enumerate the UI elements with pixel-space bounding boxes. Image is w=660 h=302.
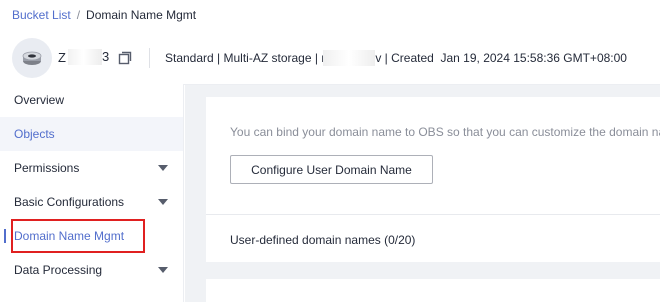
sidebar-item-label: Objects bbox=[14, 127, 55, 141]
sidebar-item-domain-name-mgmt[interactable]: Domain Name Mgmt bbox=[0, 219, 183, 253]
chevron-down-icon bbox=[158, 165, 168, 171]
created-label: Created bbox=[391, 51, 434, 65]
sidebar-item-overview[interactable]: Overview bbox=[0, 83, 183, 117]
domain-list-title: User-defined domain names (0/20) bbox=[230, 233, 416, 247]
bucket-name-redacted bbox=[68, 49, 102, 65]
header-divider bbox=[149, 48, 150, 68]
bucket-name-end: 3 bbox=[102, 49, 110, 64]
bucket-header: Z 3 Standard | Multi-AZ storage | r v | … bbox=[0, 36, 660, 80]
redundancy: Multi-AZ storage bbox=[223, 51, 312, 65]
bucket-name-start: Z bbox=[58, 49, 66, 65]
configure-domain-button[interactable]: Configure User Domain Name bbox=[230, 155, 433, 184]
breadcrumb-current: Domain Name Mgmt bbox=[86, 8, 197, 22]
sidebar-item-objects[interactable]: Objects bbox=[0, 117, 183, 151]
active-indicator bbox=[4, 229, 6, 243]
chevron-down-icon bbox=[158, 267, 168, 273]
bucket-icon bbox=[12, 38, 52, 78]
meta-separator: | bbox=[311, 51, 322, 65]
chevron-down-icon bbox=[158, 199, 168, 205]
copy-icon[interactable] bbox=[118, 51, 132, 65]
sidebar-item-label: Permissions bbox=[14, 161, 80, 175]
breadcrumb: Bucket List / Domain Name Mgmt bbox=[12, 7, 196, 23]
sidebar-item-label: Data Processing bbox=[14, 263, 103, 277]
domain-description: You can bind your domain name to OBS so … bbox=[230, 125, 660, 139]
sidebar-item-permissions[interactable]: Permissions bbox=[0, 151, 183, 185]
meta-separator: | bbox=[381, 51, 392, 65]
breadcrumb-bucket-list-link[interactable]: Bucket List bbox=[12, 8, 71, 22]
bucket-name: Z 3 bbox=[58, 49, 110, 65]
sidebar-item-label: Overview bbox=[14, 93, 65, 107]
meta-separator: | bbox=[213, 51, 224, 65]
sidebar-item-label: Domain Name Mgmt bbox=[14, 229, 125, 243]
breadcrumb-separator: / bbox=[76, 8, 81, 22]
storage-class: Standard bbox=[165, 51, 214, 65]
sidebar-item-label: Basic Configurations bbox=[14, 195, 125, 209]
sidebar-item-basic-configurations[interactable]: Basic Configurations bbox=[0, 185, 183, 219]
bucket-meta: Standard | Multi-AZ storage | r v | Crea… bbox=[165, 50, 627, 66]
sidebar: Overview Objects Permissions Basic Confi… bbox=[0, 84, 184, 302]
meta-space bbox=[434, 51, 441, 65]
sidebar-item-data-processing[interactable]: Data Processing bbox=[0, 253, 183, 287]
created-value: Jan 19, 2024 15:58:36 GMT+08:00 bbox=[440, 51, 627, 65]
card-divider bbox=[206, 214, 660, 215]
domain-list-card bbox=[206, 279, 660, 302]
region-redacted bbox=[323, 50, 376, 66]
